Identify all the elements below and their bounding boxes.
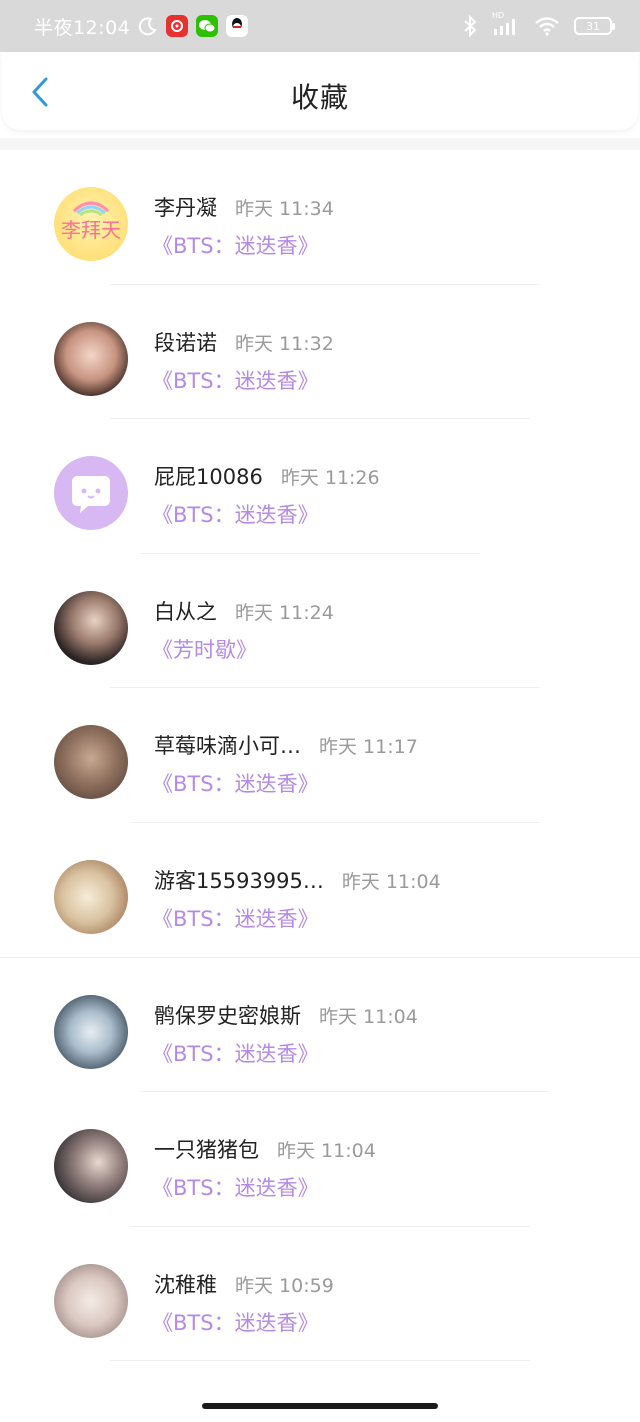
user-name: 李丹凝 — [154, 196, 217, 220]
timestamp: 昨天 11:04 — [277, 1140, 376, 1163]
story-title-link[interactable]: 《BTS：迷迭香》 — [152, 1172, 319, 1202]
list-item[interactable]: 鹘保罗史密娘斯 昨天 11:04 《BTS：迷迭香》 — [0, 958, 640, 1093]
timestamp: 昨天 11:34 — [235, 198, 334, 220]
user-name: 屁屁10086 — [154, 465, 263, 490]
chat-bubble-icon — [72, 476, 110, 514]
story-title-link[interactable]: 《芳时歇》 — [152, 634, 257, 664]
story-title-link[interactable]: 《BTS：迷迭香》 — [152, 1307, 319, 1337]
timestamp: 昨天 11:17 — [319, 736, 418, 759]
avatar[interactable] — [54, 321, 128, 396]
name-row: 草莓味滴小可… 昨天 11:17 — [154, 730, 418, 760]
svg-text:李拜天: 李拜天 — [61, 218, 121, 242]
page-title: 收藏 — [290, 81, 349, 114]
status-time: 半夜12:04 — [34, 16, 131, 39]
name-row: 沈稚稚 昨天 10:59 — [154, 1269, 334, 1299]
divider — [110, 1360, 530, 1362]
name-row: 白从之 昨天 11:24 — [154, 596, 334, 626]
avatar[interactable] — [54, 994, 128, 1069]
story-title-link[interactable]: 《BTS：迷迭香》 — [152, 1038, 319, 1068]
avatar[interactable] — [54, 859, 128, 934]
moon-icon — [138, 16, 158, 36]
timestamp: 昨天 10:59 — [235, 1274, 334, 1297]
user-name: 鹘保罗史密娘斯 — [154, 1003, 301, 1028]
user-name: 段诺诺 — [154, 330, 217, 355]
list-item[interactable]: 一只猪猪包 昨天 11:04 《BTS：迷迭香》 — [0, 1092, 640, 1227]
hd-badge: HD — [492, 11, 505, 20]
netease-music-icon — [166, 15, 189, 37]
list-item[interactable]: 屁屁10086 昨天 11:26 《BTS：迷迭香》 — [0, 419, 640, 554]
wechat-icon — [196, 15, 219, 37]
wifi-icon — [534, 16, 560, 36]
timestamp: 昨天 11:26 — [280, 467, 380, 490]
list-item[interactable]: 李拜天 李丹凝 昨天 11:34 《BTS：迷迭香》 — [0, 150, 640, 285]
avatar[interactable] — [54, 456, 128, 531]
bluetooth-icon — [462, 15, 478, 37]
qq-icon — [226, 15, 249, 37]
signal-icon: HD — [492, 11, 520, 37]
status-bar-right: HD 31 — [462, 11, 615, 37]
list-item[interactable]: 白从之 昨天 11:24 《芳时歇》 — [0, 554, 640, 689]
name-row: 游客15593995… 昨天 11:04 — [154, 865, 441, 895]
avatar[interactable] — [54, 1129, 128, 1204]
header-separator — [0, 138, 640, 150]
status-bar: 半夜12:04 HD 31 — [0, 0, 640, 52]
list-item[interactable]: 草莓味滴小可… 昨天 11:17 《BTS：迷迭香》 — [0, 688, 640, 823]
timestamp: 昨天 11:32 — [235, 332, 334, 355]
user-name: 白从之 — [154, 599, 217, 624]
list-item[interactable]: 游客15593995… 昨天 11:04 《BTS：迷迭香》 — [0, 823, 640, 958]
story-title-link[interactable]: 《BTS：迷迭香》 — [152, 230, 319, 260]
status-bar-left: 半夜12:04 — [34, 13, 249, 40]
user-name: 一只猪猪包 — [154, 1138, 259, 1163]
home-indicator[interactable] — [202, 1403, 438, 1409]
timestamp: 昨天 11:24 — [235, 601, 334, 624]
nav-bar: 收藏 — [2, 52, 638, 130]
name-row: 屁屁10086 昨天 11:26 — [154, 461, 380, 491]
avatar[interactable] — [54, 590, 128, 665]
avatar[interactable] — [54, 725, 128, 800]
user-name: 草莓味滴小可… — [154, 734, 301, 759]
timestamp: 昨天 11:04 — [319, 1005, 418, 1028]
name-row: 李丹凝 昨天 11:34 — [154, 192, 334, 222]
list-item[interactable]: 段诺诺 昨天 11:32 《BTS：迷迭香》 — [0, 285, 640, 420]
list-item[interactable]: 沈稚稚 昨天 10:59 《BTS：迷迭香》 — [0, 1227, 640, 1362]
user-name: 沈稚稚 — [154, 1272, 217, 1297]
timestamp: 昨天 11:04 — [341, 870, 441, 893]
name-row: 鹘保罗史密娘斯 昨天 11:04 — [154, 1000, 418, 1030]
story-title-link[interactable]: 《BTS：迷迭香》 — [152, 499, 319, 529]
avatar[interactable]: 李拜天 — [54, 187, 128, 261]
story-title-link[interactable]: 《BTS：迷迭香》 — [152, 365, 319, 395]
favorites-list: 李拜天 李丹凝 昨天 11:34 《BTS：迷迭香》 段诺诺 昨天 11:32 … — [0, 150, 640, 1362]
name-row: 段诺诺 昨天 11:32 — [154, 327, 334, 357]
story-title-link[interactable]: 《BTS：迷迭香》 — [152, 768, 319, 798]
avatar[interactable] — [54, 1263, 128, 1338]
battery-icon: 31 — [574, 17, 615, 35]
story-title-link[interactable]: 《BTS：迷迭香》 — [152, 903, 319, 933]
name-row: 一只猪猪包 昨天 11:04 — [154, 1134, 376, 1164]
user-name: 游客15593995… — [154, 868, 324, 893]
